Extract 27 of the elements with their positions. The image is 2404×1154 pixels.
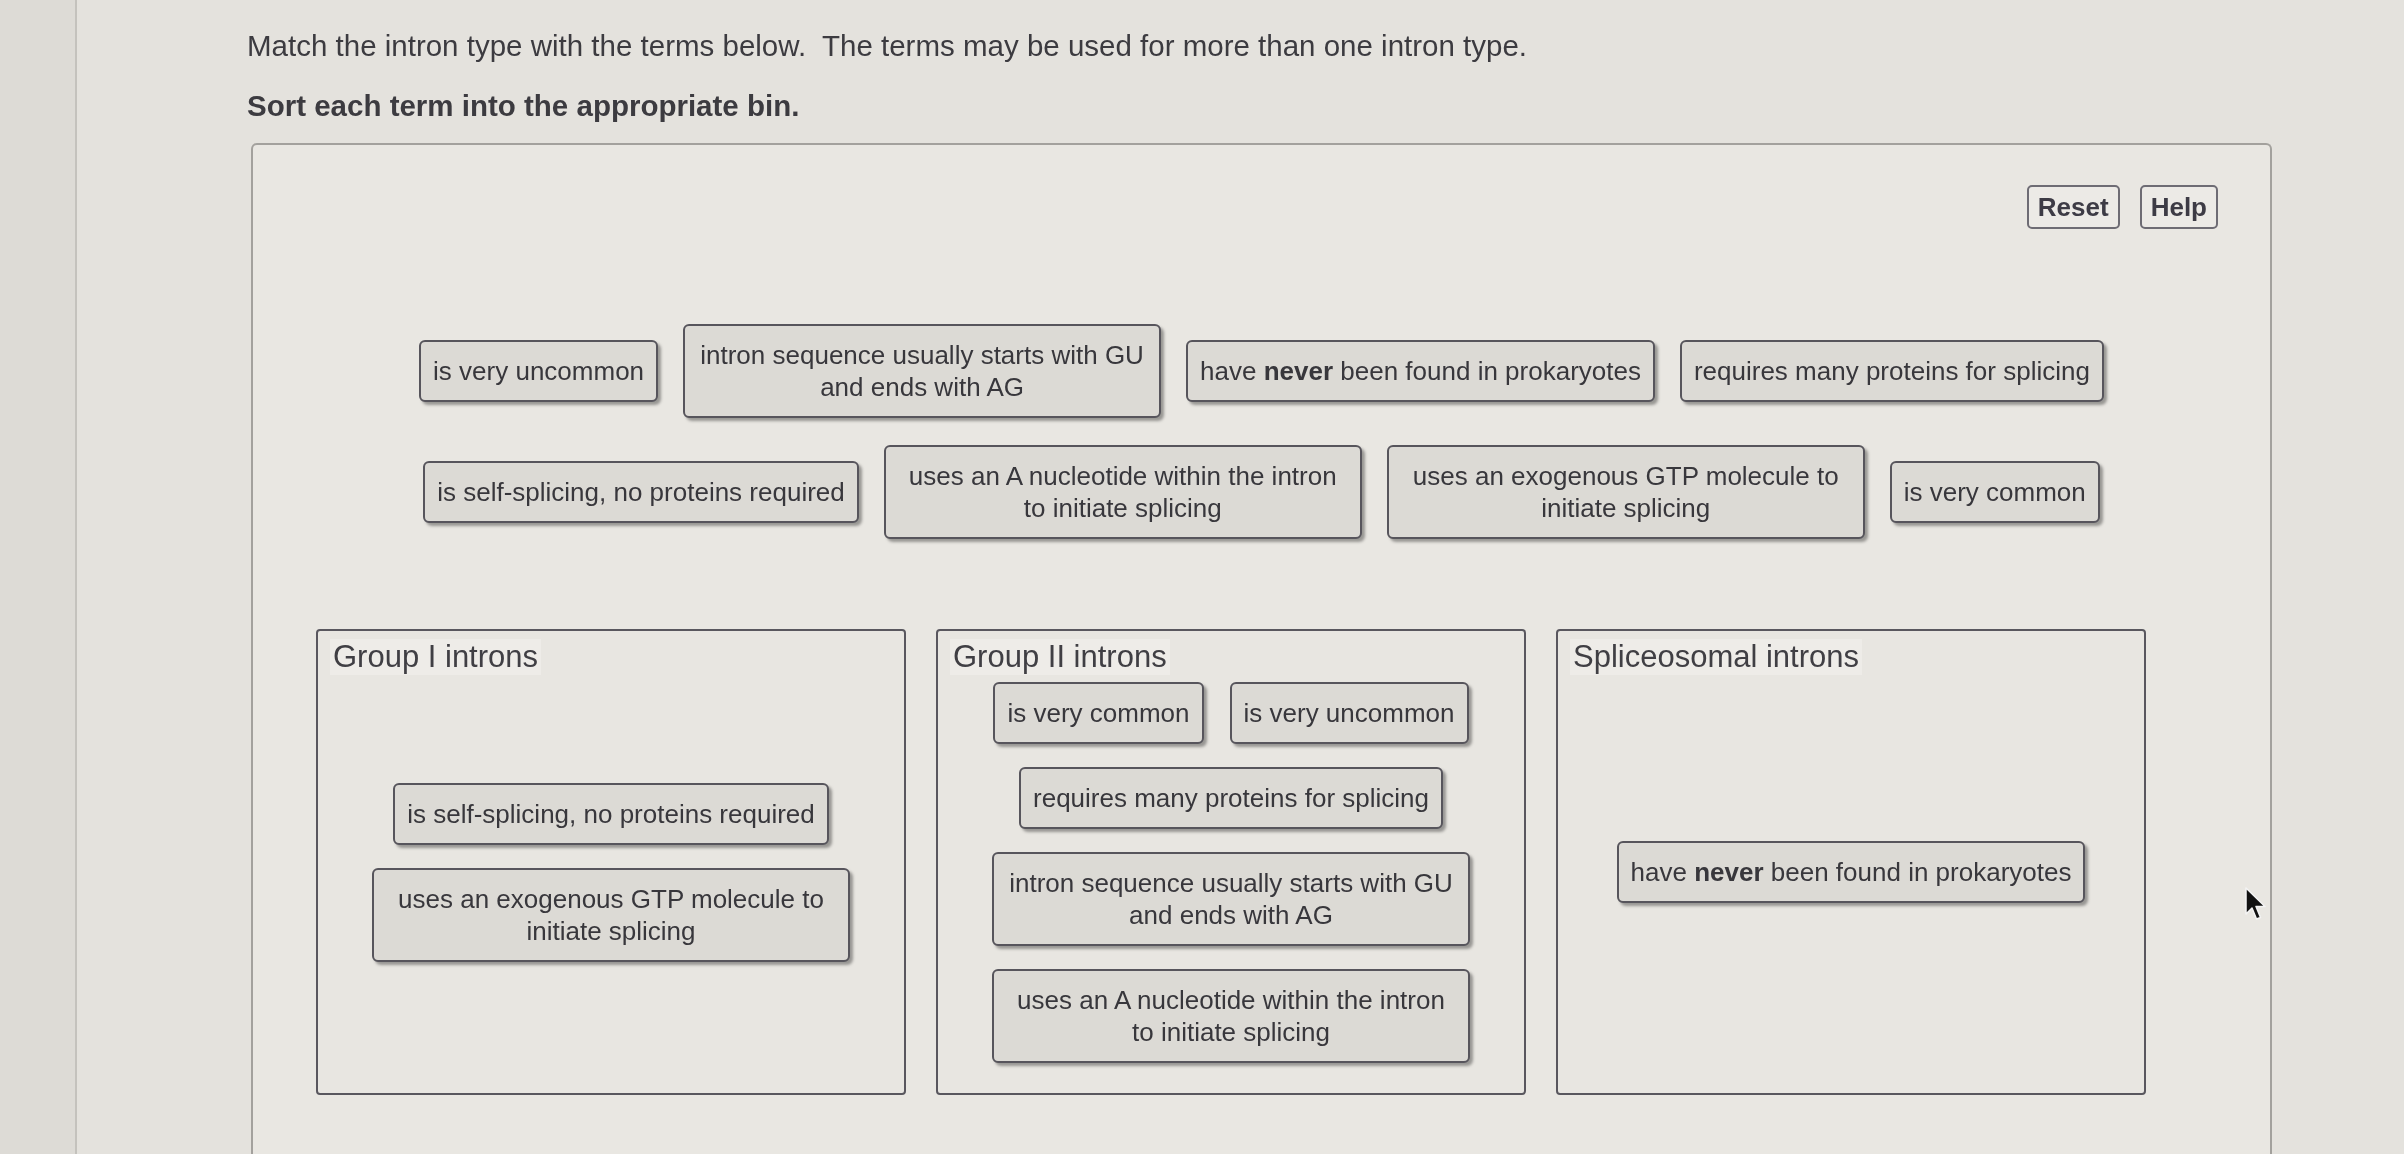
- bin-title: Group I introns: [330, 639, 542, 675]
- term-card[interactable]: is very uncommon: [1229, 681, 1469, 744]
- term-card[interactable]: is very common: [1889, 461, 2100, 523]
- term-card[interactable]: requires many proteins for splicing: [1679, 340, 2104, 402]
- term-card[interactable]: uses an A nucleotide within the intron to initiate splicing: [883, 445, 1362, 539]
- term-card[interactable]: uses an A nucleotide within the intron to initiate splicing: [992, 968, 1470, 1063]
- term-card[interactable]: intron sequence usually starts with GU and ends with AG: [992, 851, 1470, 946]
- term-card[interactable]: is very common: [993, 681, 1204, 744]
- reset-button[interactable]: Reset: [2026, 185, 2120, 229]
- term-card[interactable]: have never been found in prokaryotes: [1616, 841, 2086, 903]
- term-card[interactable]: uses an exogenous GTP molecule to initiate splicing: [372, 867, 850, 962]
- term-card[interactable]: requires many proteins for splicing: [1019, 766, 1443, 829]
- term-card[interactable]: uses an exogenous GTP molecule to initiate splicing: [1386, 445, 1865, 539]
- instruction-text: Match the intron type with the terms below. The terms may be used for more than one intron type.: [247, 28, 1528, 63]
- help-button[interactable]: Help: [2139, 185, 2218, 229]
- drop-bin[interactable]: Group I introns is self-splicing, no proteins required uses an exogenous GTP molecule to initiate splicing: [316, 629, 906, 1095]
- drop-bin[interactable]: Group II introns is very common is very uncommon requires many proteins for splicing intron sequence usually starts with GU and ends with AG uses an A nucleotide within the intron to initiate splicing: [936, 629, 1526, 1095]
- term-card[interactable]: is very uncommon: [419, 340, 659, 402]
- term-card[interactable]: is self-splicing, no proteins required: [393, 782, 829, 845]
- term-card[interactable]: have never been found in prokaryotes: [1186, 340, 1655, 402]
- task-instruction: Sort each term into the appropriate bin.: [247, 88, 800, 123]
- term-card[interactable]: is self-splicing, no proteins required: [423, 461, 859, 523]
- bin-title: Spliceosomal introns: [1570, 639, 1863, 675]
- mouse-pointer-icon: [2245, 887, 2267, 921]
- bin-title: Group II introns: [950, 639, 1170, 675]
- term-card[interactable]: intron sequence usually starts with GU and ends with AG: [683, 324, 1162, 418]
- drop-bin[interactable]: Spliceosomal introns have never been found in prokaryotes: [1556, 629, 2146, 1095]
